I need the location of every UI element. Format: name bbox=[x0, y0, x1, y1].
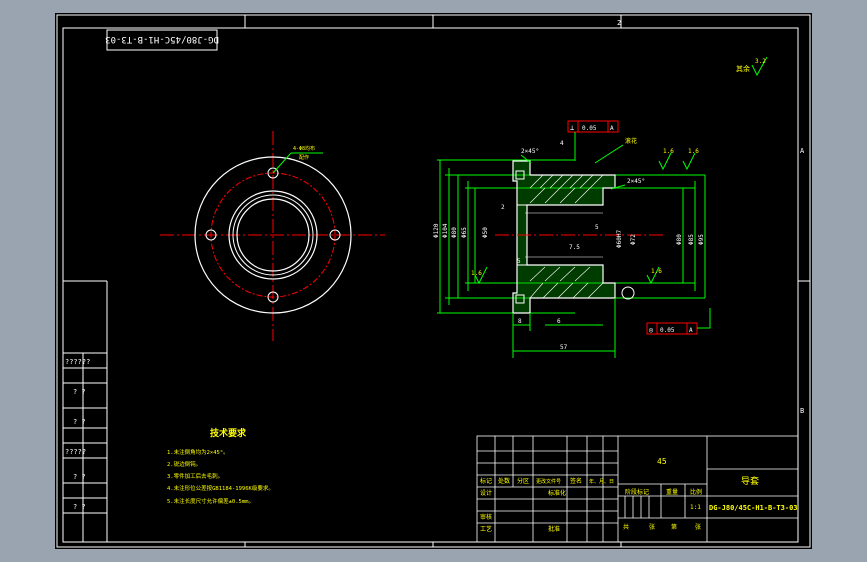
tb-label: 张 bbox=[695, 523, 701, 531]
section-view: 8 6 57 Φ120 Φ104 Φ80 Φ65 Φ50 Φ60H7 Φ72 Φ… bbox=[433, 120, 711, 358]
roughness-mark: 1.6 bbox=[646, 266, 662, 285]
tol-symbol: ⊥ bbox=[570, 124, 574, 132]
dim-text: Φ72 bbox=[630, 234, 637, 245]
dim-text: 7.5 bbox=[569, 244, 580, 251]
tech-req-item: 5.未注长度尺寸允许偏差±0.5mm。 bbox=[167, 497, 254, 505]
drawing-canvas: 2 A B DG-J80/45C-H1-B-T3-03 ?????? ? ? ?… bbox=[55, 13, 812, 549]
surface-note: 滚花 bbox=[625, 137, 637, 145]
tb-label: 年、月、日 bbox=[589, 478, 614, 485]
tech-req-item: 1.未注倒角均为2×45°。 bbox=[167, 448, 229, 456]
leader-line bbox=[594, 144, 624, 164]
left-strip-text: ????? bbox=[65, 448, 86, 456]
dim-text: Φ60H7 bbox=[616, 230, 623, 248]
tb-label: 工艺 bbox=[480, 525, 492, 533]
dim-text: 8 bbox=[518, 318, 522, 325]
tb-label: 比例 bbox=[690, 488, 702, 496]
roughness-value: 3.2 bbox=[755, 58, 766, 65]
chamfer-note: 2×45° bbox=[627, 178, 645, 185]
tb-label: 共 bbox=[623, 523, 629, 531]
front-view: 4-Φ8均布 配作 bbox=[160, 131, 385, 341]
zone-label-right: B bbox=[800, 407, 804, 415]
dim-text: Φ50 bbox=[482, 227, 489, 238]
chamfer-note: 2×45° bbox=[521, 148, 539, 155]
runout-value: 0.05 bbox=[660, 327, 675, 334]
tol-value: 0.05 bbox=[582, 125, 597, 132]
title-block-text: 标记 处数 分区 更改文件号 签名 年、月、日 设计 标准化 审核 工艺 批准 … bbox=[480, 457, 798, 533]
title-stamp-text: DG-J80/45C-H1-B-T3-03 bbox=[105, 34, 219, 44]
tb-drawing-no: DG-J80/45C-H1-B-T3-03 bbox=[709, 504, 798, 512]
runout-symbol: ◎ bbox=[649, 326, 654, 334]
svg-text:1.6: 1.6 bbox=[663, 148, 674, 155]
tb-label: 审核 bbox=[480, 513, 492, 521]
hole-note: 配作 bbox=[299, 154, 309, 161]
hole-note: 4-Φ8均布 bbox=[293, 145, 315, 152]
roughness-note: 其余 bbox=[736, 64, 750, 73]
tb-label: 处数 bbox=[498, 477, 510, 485]
svg-text:1.6: 1.6 bbox=[651, 268, 662, 275]
tb-label: 签名 bbox=[570, 477, 582, 485]
zone-label-right: A bbox=[800, 147, 805, 155]
tb-label: 标准化 bbox=[548, 489, 566, 497]
tb-label: 重量 bbox=[666, 488, 678, 496]
tb-label: 标记 bbox=[480, 477, 492, 485]
tb-scale: 1:1 bbox=[690, 504, 701, 511]
leader-line bbox=[272, 152, 292, 174]
tb-material: 45 bbox=[657, 457, 667, 466]
left-strip-text: ? ? bbox=[73, 473, 86, 481]
tb-label: 张 bbox=[649, 523, 655, 531]
roughness-mark: 1.6 bbox=[682, 148, 699, 171]
tb-label: 批准 bbox=[548, 525, 560, 533]
runout-datum: A bbox=[689, 327, 693, 334]
tb-label: 更改文件号 bbox=[536, 478, 561, 485]
dim-text: Φ80 bbox=[451, 227, 458, 238]
runout-tolerance-frame: ◎ 0.05 A bbox=[621, 286, 711, 335]
tb-label: 第 bbox=[671, 523, 677, 531]
dim-text: 5 bbox=[595, 224, 599, 231]
tech-req-item: 4.未注形位公差按GB1184-1996K级要求。 bbox=[167, 484, 274, 492]
tb-label: 分区 bbox=[517, 477, 529, 485]
dim-text: Φ104 bbox=[442, 223, 449, 238]
tol-datum: A bbox=[610, 125, 614, 132]
dim-text: 2 bbox=[501, 204, 505, 211]
dim-text: Φ65 bbox=[461, 227, 468, 238]
dim-text: Φ120 bbox=[433, 223, 440, 238]
zone-label-top: 2 bbox=[617, 19, 621, 27]
dim-text: 6 bbox=[557, 318, 561, 325]
roughness-mark: 1.6 bbox=[471, 266, 488, 285]
tech-req-item: 3.零件加工后去毛刺。 bbox=[167, 472, 223, 480]
dim-text: 4 bbox=[560, 140, 564, 147]
tech-requirements: 技术要求 1.未注倒角均为2×45°。 2.锐边倒钝。 3.零件加工后去毛刺。 … bbox=[167, 427, 274, 505]
left-strip-text: ?????? bbox=[65, 358, 90, 366]
cad-drawing: 2 A B DG-J80/45C-H1-B-T3-03 ?????? ? ? ?… bbox=[56, 14, 811, 548]
dim-text: Φ85 bbox=[688, 234, 695, 245]
svg-text:1.6: 1.6 bbox=[688, 148, 699, 155]
geometric-tolerance-frame: ⊥ 0.05 A bbox=[567, 120, 619, 161]
tech-req-item: 2.锐边倒钝。 bbox=[167, 460, 201, 468]
dim-text: 57 bbox=[560, 344, 568, 351]
tb-label: 阶段标记 bbox=[625, 488, 649, 496]
left-strip-text: ? ? bbox=[73, 503, 86, 511]
roughness-mark: 1.6 bbox=[658, 148, 674, 171]
left-strip-text: ? ? bbox=[73, 388, 86, 396]
dim-text: 5 bbox=[517, 258, 521, 265]
tech-req-title: 技术要求 bbox=[210, 427, 247, 439]
tb-part-name: 导套 bbox=[741, 475, 759, 487]
dim-text: Φ80 bbox=[676, 234, 683, 245]
left-strip-text: ? ? bbox=[73, 418, 86, 426]
svg-text:1.6: 1.6 bbox=[471, 270, 482, 277]
tb-label: 设计 bbox=[480, 489, 492, 497]
dim-text: Φ95 bbox=[698, 234, 705, 245]
